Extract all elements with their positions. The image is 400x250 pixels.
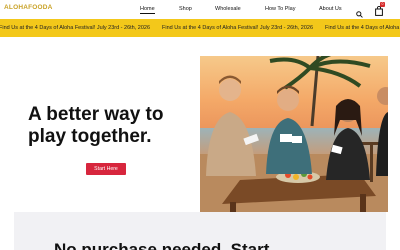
hero-title-line: A better way to bbox=[28, 104, 164, 125]
hero-title: A better way to play together. bbox=[28, 104, 198, 148]
start-here-button[interactable]: Start Here bbox=[86, 163, 126, 175]
banner-message: Find Us at the 4 Days of Aloha Festival!… bbox=[325, 25, 400, 31]
nav-link-shop[interactable]: Shop bbox=[179, 6, 192, 12]
info-section: No purchase needed. Start bbox=[14, 212, 386, 250]
search-icon[interactable] bbox=[356, 5, 363, 18]
site-logo[interactable]: ALOHAFOODA bbox=[4, 4, 53, 11]
nav-link-home[interactable]: Home bbox=[140, 6, 155, 14]
cart-count-badge: 0 bbox=[380, 2, 385, 7]
banner-message: Find Us at the 4 Days of Aloha Festival!… bbox=[162, 25, 314, 31]
banner-message: Find Us at the 4 Days of Aloha Festival!… bbox=[0, 25, 151, 31]
hero-photo bbox=[200, 56, 388, 212]
nav-link-wholesale[interactable]: Wholesale bbox=[215, 6, 241, 12]
nav-link-about-us[interactable]: About Us bbox=[319, 6, 342, 12]
hero-title-line: play together. bbox=[28, 126, 152, 147]
section-heading: No purchase needed. Start bbox=[54, 240, 270, 250]
announcement-banner[interactable]: Find Us at the 4 Days of Aloha Festival!… bbox=[0, 19, 400, 37]
nav-link-how-to-play[interactable]: How To Play bbox=[265, 6, 295, 12]
top-nav: ALOHAFOODA Home Shop Wholesale How To Pl… bbox=[0, 0, 400, 19]
